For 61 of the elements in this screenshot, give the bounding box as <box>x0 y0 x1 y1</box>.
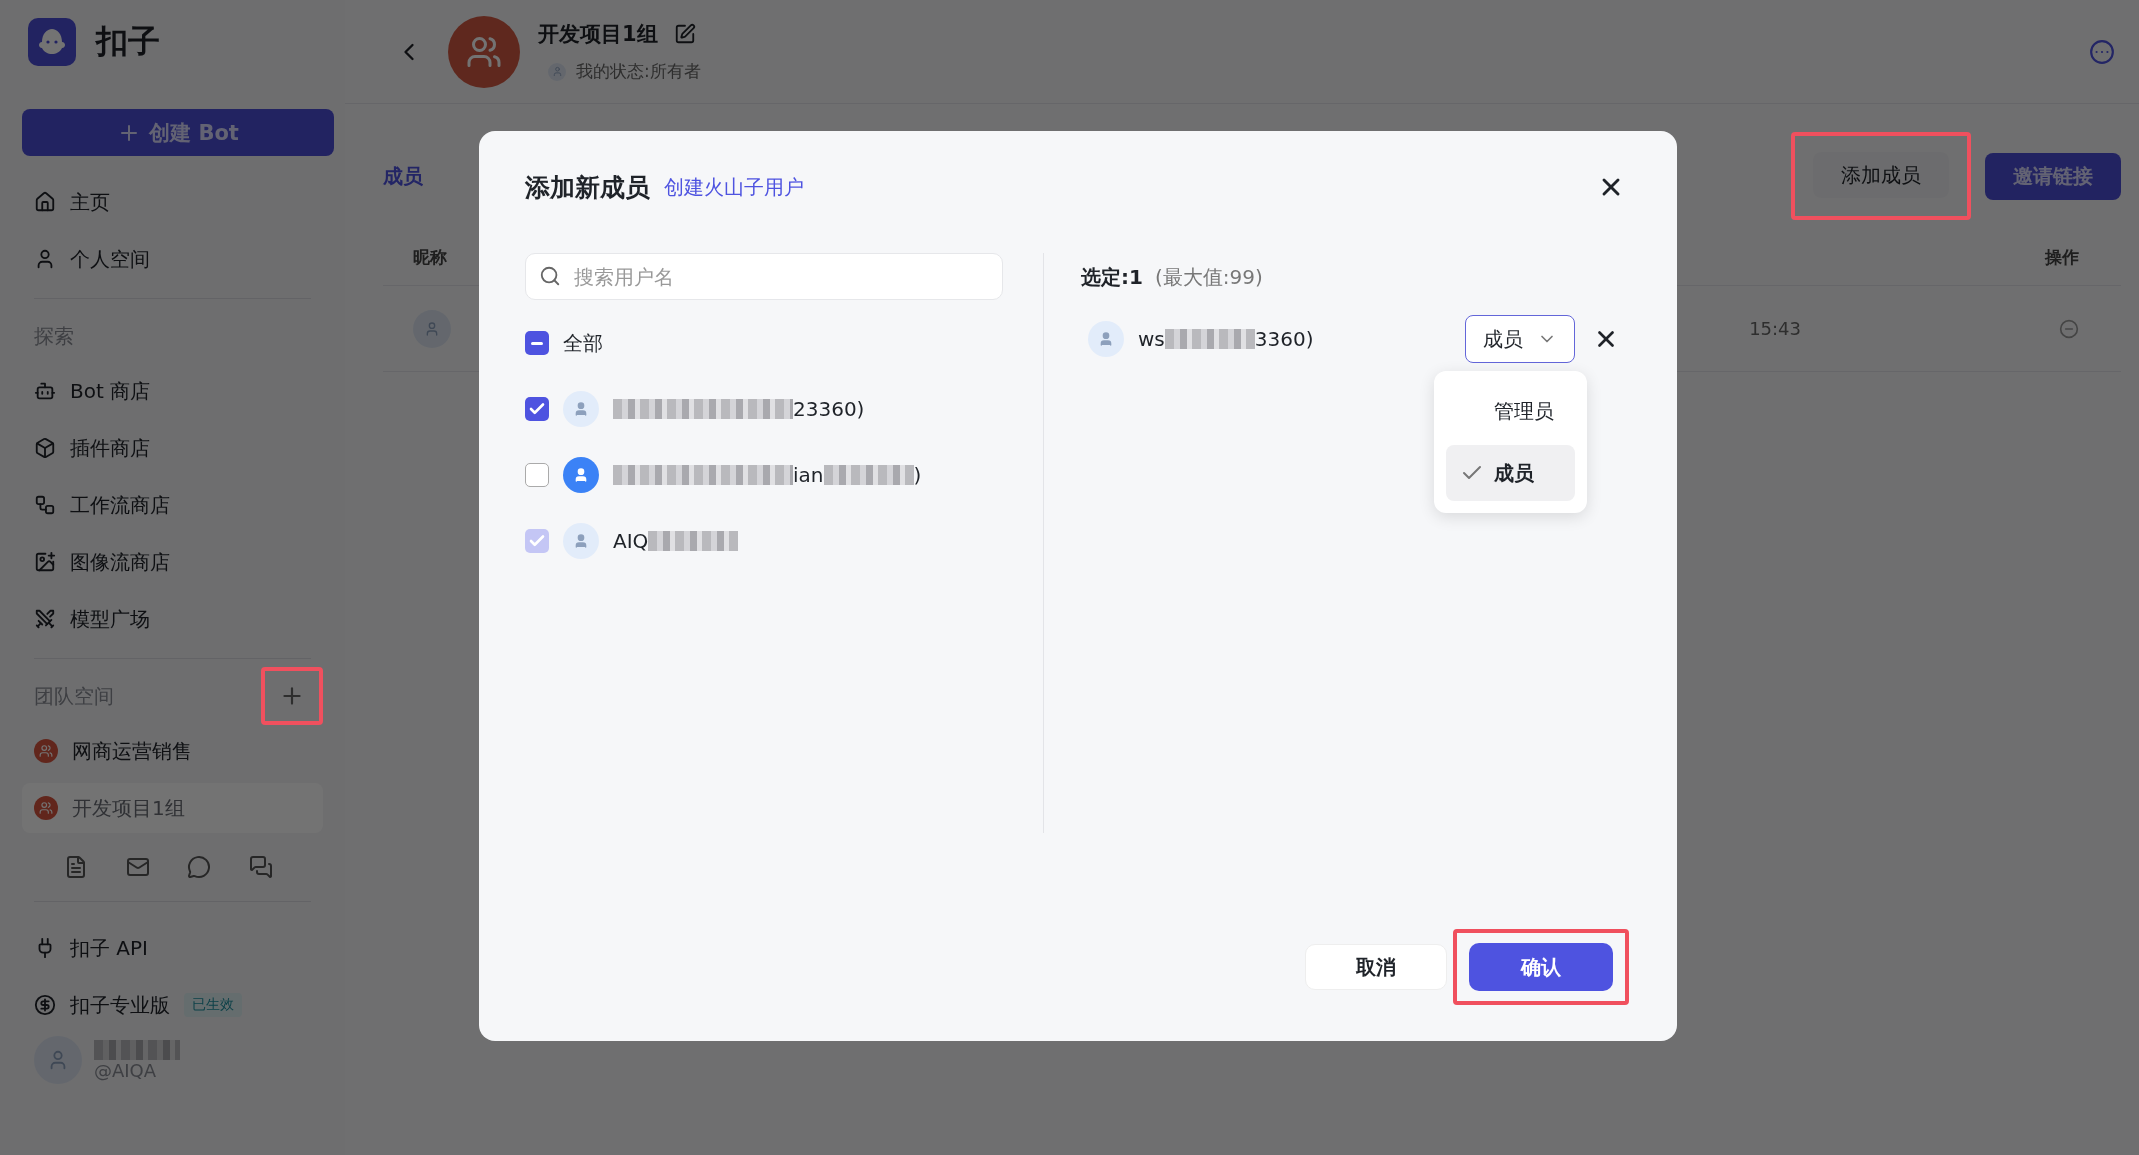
logo-icon <box>28 18 76 66</box>
home-icon <box>34 191 56 213</box>
nav-item[interactable]: 主页 <box>22 177 323 227</box>
dialog-title: 添加新成员 <box>525 171 650 204</box>
user-name: AIQ <box>613 529 739 553</box>
nav-item[interactable]: 插件商店 <box>22 423 323 473</box>
team-item[interactable]: 开发项目1组 <box>22 783 323 833</box>
user-avatar-icon <box>548 62 566 81</box>
user-checkbox[interactable] <box>525 463 549 487</box>
column-header: 操作 <box>2045 246 2079 269</box>
invite-link-button[interactable]: 邀请链接 <box>1985 152 2121 200</box>
edit-icon[interactable] <box>673 23 696 45</box>
workflow-icon <box>34 494 56 516</box>
menu-item[interactable]: 管理员 <box>1446 383 1575 439</box>
remove-icon[interactable] <box>2059 318 2079 339</box>
cube-icon <box>34 437 56 459</box>
user-name: ws 3360) <box>1138 327 1314 351</box>
chat-icon[interactable] <box>187 855 212 879</box>
user-name: ian ) <box>613 463 922 487</box>
chat-bubbles-icon[interactable] <box>248 855 273 879</box>
user-avatar-icon <box>34 1036 82 1084</box>
nav-item[interactable]: 扣子专业版 已生效 <box>22 980 323 1030</box>
user-checkbox[interactable] <box>525 397 549 421</box>
search-icon <box>539 265 561 287</box>
team-item[interactable]: 网商运营销售 <box>22 726 323 776</box>
create-bot-button[interactable]: 创建 Bot <box>22 109 334 156</box>
team-avatar-icon <box>34 739 58 763</box>
minus-icon <box>531 341 543 345</box>
nav-item[interactable]: 工作流商店 <box>22 480 323 530</box>
nav-item[interactable]: 图像流商店 <box>22 537 323 587</box>
document-icon[interactable] <box>64 855 88 879</box>
user-name: 23360) <box>613 397 865 421</box>
nav-item[interactable]: 个人空间 <box>22 234 323 284</box>
column-header: 昵称 <box>413 246 447 269</box>
team-title: 开发项目1组 <box>538 21 658 48</box>
nav-item[interactable]: 模型广场 <box>22 594 323 644</box>
role-select[interactable]: 成员 <box>1465 315 1575 363</box>
more-icon[interactable] <box>2089 38 2115 65</box>
checkbox-label: 全部 <box>563 329 603 357</box>
logo-text: 扣子 <box>96 21 160 62</box>
status-badge: 已生效 <box>184 993 242 1017</box>
swords-icon <box>34 608 56 630</box>
image-icon <box>34 551 56 573</box>
nav-item[interactable]: Bot 商店 <box>22 366 323 416</box>
team-avatar-icon <box>34 796 58 820</box>
select-all-checkbox[interactable] <box>525 331 549 355</box>
create-user-link[interactable]: 创建火山子用户 <box>664 173 1579 201</box>
user-avatar-icon <box>1088 321 1124 357</box>
bot-icon <box>34 380 56 402</box>
max-count: (最大值:99) <box>1154 264 1263 291</box>
member-status: 我的状态:所有者 <box>576 60 701 83</box>
menu-item[interactable]: 成员 <box>1446 445 1575 501</box>
cancel-button[interactable]: 取消 <box>1305 944 1447 990</box>
user-avatar-icon <box>413 309 451 348</box>
search-field[interactable]: 搜索用户名 <box>525 253 1003 300</box>
selected-count: 选定:1 <box>1081 264 1143 291</box>
confirm-button[interactable]: 确认 <box>1469 943 1613 991</box>
coin-icon <box>34 994 56 1016</box>
mail-icon[interactable] <box>125 855 150 879</box>
table-cell: 15:43 <box>1749 318 1801 339</box>
nav-item[interactable]: 扣子 API <box>22 923 323 973</box>
